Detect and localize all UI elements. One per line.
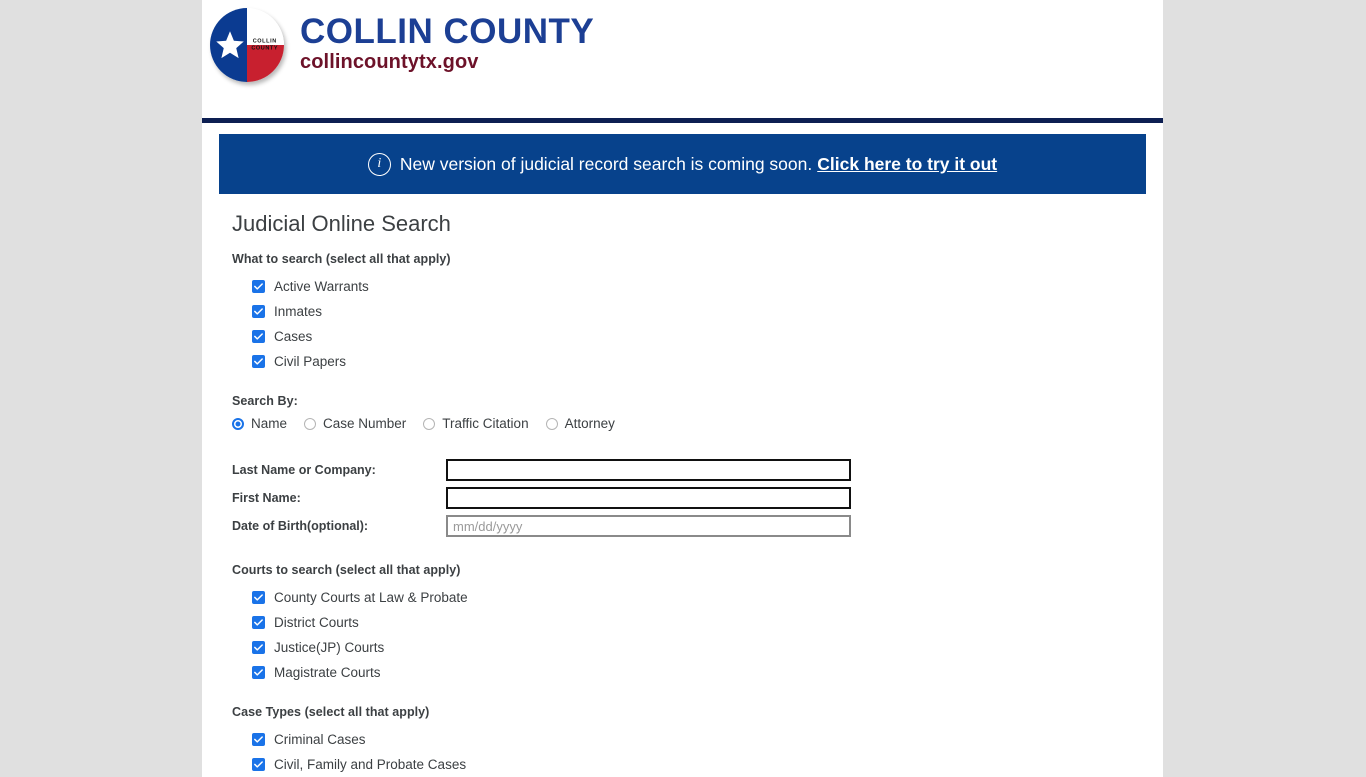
last-name-label: Last Name or Company:	[232, 463, 376, 477]
first-name-input[interactable]	[446, 487, 851, 509]
radio-label: Case Number	[323, 416, 407, 431]
checkbox-justice-jp-courts[interactable]: Justice(JP) Courts	[252, 635, 1163, 660]
checkbox-district-courts[interactable]: District Courts	[252, 610, 1163, 635]
radio-icon	[232, 418, 244, 430]
checkbox-county-courts-at-law-probate[interactable]: County Courts at Law & Probate	[252, 585, 1163, 610]
radio-icon	[304, 418, 317, 430]
date-of-birth-input[interactable]	[446, 515, 851, 537]
radio-icon	[423, 418, 436, 430]
checkbox-icon	[252, 591, 265, 604]
checkbox-label: Magistrate Courts	[274, 664, 381, 680]
radio-label: Name	[251, 416, 288, 431]
checkbox-label: Active Warrants	[274, 278, 369, 294]
star-icon	[216, 31, 244, 59]
notice-text: New version of judicial record search is…	[399, 154, 813, 174]
checkbox-civil-family-probate-cases[interactable]: Civil, Family and Probate Cases	[252, 752, 1163, 777]
checkbox-icon	[252, 280, 265, 293]
radio-case-number[interactable]: Case Number	[304, 416, 406, 432]
field-row-date-of-birth: Date of Birth(optional):	[232, 512, 1163, 540]
radio-traffic-citation[interactable]: Traffic Citation	[423, 416, 529, 432]
notice-banner-wrapper: i New version of judicial record search …	[202, 123, 1163, 194]
checkbox-icon	[252, 641, 265, 654]
checkbox-civil-papers[interactable]: Civil Papers	[252, 349, 1163, 374]
name-fields: Last Name or Company: First Name: Date o…	[232, 456, 1163, 540]
seal-text-line2: COUNTY	[251, 45, 279, 51]
checkbox-label: Civil, Family and Probate Cases	[274, 756, 467, 772]
checkbox-icon	[252, 305, 265, 318]
checkbox-icon	[252, 733, 265, 746]
checkbox-icon	[252, 330, 265, 343]
checkbox-icon	[252, 666, 265, 679]
checkbox-active-warrants[interactable]: Active Warrants	[252, 274, 1163, 299]
page-title: Judicial Online Search	[232, 211, 451, 236]
collin-county-seal-icon: COLLIN COUNTY	[208, 6, 286, 84]
site-title: COLLIN COUNTY	[300, 11, 595, 51]
checkbox-label: Justice(JP) Courts	[274, 639, 385, 655]
case-types-list: Criminal Cases Civil, Family and Probate…	[252, 727, 1163, 777]
site-logo[interactable]: COLLIN COUNTY COLLIN COUNTY collincounty…	[208, 6, 594, 84]
info-icon: i	[367, 152, 391, 176]
courts-to-search-label: Courts to search (select all that apply)	[232, 563, 461, 577]
seal-text-line1: COLLIN	[252, 38, 277, 45]
checkbox-magistrate-courts[interactable]: Magistrate Courts	[252, 660, 1163, 685]
first-name-label: First Name:	[232, 491, 301, 505]
case-types-label: Case Types (select all that apply)	[232, 705, 430, 719]
checkbox-label: County Courts at Law & Probate	[274, 589, 468, 605]
checkbox-criminal-cases[interactable]: Criminal Cases	[252, 727, 1163, 752]
search-form: Judicial Online Search What to search (s…	[202, 194, 1163, 777]
checkbox-label: Civil Papers	[274, 353, 347, 369]
date-of-birth-label: Date of Birth(optional):	[232, 519, 369, 533]
checkbox-icon	[252, 758, 265, 771]
what-to-search-list: Active Warrants Inmates Cases Civil Pape…	[252, 274, 1163, 374]
radio-icon	[545, 418, 558, 430]
radio-attorney[interactable]: Attorney	[545, 416, 615, 432]
field-row-last-name: Last Name or Company:	[232, 456, 1163, 484]
site-header: COLLIN COUNTY COLLIN COUNTY collincounty…	[202, 0, 1163, 118]
page-container: COLLIN COUNTY COLLIN COUNTY collincounty…	[202, 0, 1163, 777]
search-by-radio-group: Name Case Number Traffic Citation Attorn…	[232, 416, 1163, 432]
checkbox-inmates[interactable]: Inmates	[252, 299, 1163, 324]
checkbox-label: Inmates	[274, 303, 323, 319]
what-to-search-label: What to search (select all that apply)	[232, 252, 451, 266]
checkbox-icon	[252, 355, 265, 368]
checkbox-label: Cases	[274, 328, 313, 344]
radio-label: Traffic Citation	[442, 416, 529, 431]
checkbox-label: District Courts	[274, 614, 359, 630]
field-row-first-name: First Name:	[232, 484, 1163, 512]
checkbox-icon	[252, 616, 265, 629]
checkbox-label: Criminal Cases	[274, 731, 366, 747]
radio-name[interactable]: Name	[232, 416, 287, 432]
try-new-version-link[interactable]: Click here to try it out	[817, 154, 997, 174]
checkbox-cases[interactable]: Cases	[252, 324, 1163, 349]
last-name-input[interactable]	[446, 459, 851, 481]
site-subtitle: collincountytx.gov	[300, 50, 479, 73]
radio-label: Attorney	[564, 416, 615, 431]
notice-banner: i New version of judicial record search …	[219, 134, 1146, 194]
courts-to-search-list: County Courts at Law & Probate District …	[252, 585, 1163, 685]
search-by-label: Search By:	[232, 394, 298, 408]
